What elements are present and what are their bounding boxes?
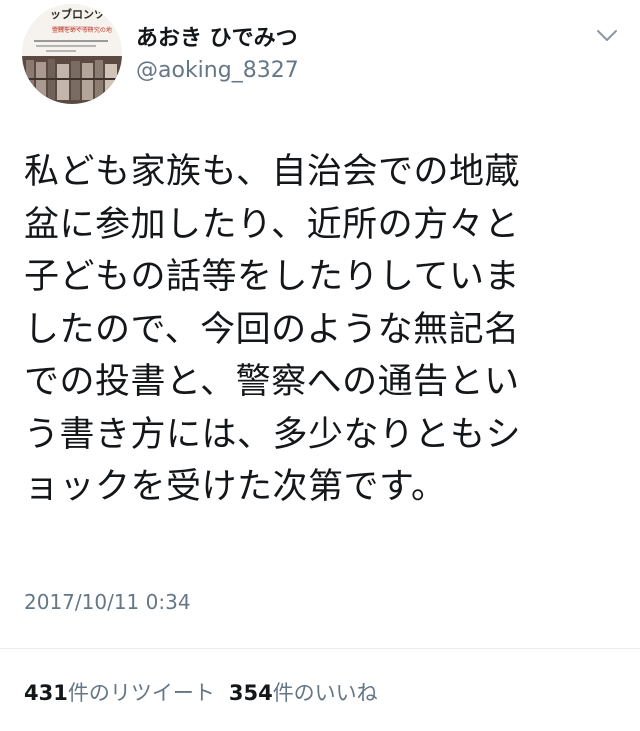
tweet-text-line: したので、今回のような無記名 — [24, 309, 520, 350]
like-count: 354 — [228, 681, 273, 705]
tweet-text-line: 私ども家族も、自治会での地蔵 — [24, 152, 520, 192]
tweet-text-line: 子どもの話等をしたりしていま — [24, 257, 520, 297]
tweet-timestamp[interactable]: 2017/10/11 0:34 — [24, 590, 191, 614]
retweet-count: 431 — [24, 681, 68, 705]
avatar[interactable]: ッブロンツ 金銭をめぐる研究の地 — [22, 4, 122, 104]
user-handle[interactable]: @aoking_8327 — [136, 58, 299, 83]
tweet-text-line: う書き方には、多少なりともシ — [24, 414, 522, 455]
avatar-image: ッブロンツ 金銭をめぐる研究の地 — [22, 4, 122, 104]
tweet-text-line: 盆に参加したり、近所の方々と — [24, 204, 520, 245]
tweet-text-line: での投書と、警察への通告とい — [24, 362, 520, 402]
tweet-stats: 431件のリツイート 354件のいいね — [24, 677, 378, 707]
like-count-link[interactable]: 354件のいいね — [229, 681, 378, 705]
retweet-label: 件のリツイート — [67, 681, 215, 705]
tweet-text-line: ョックを受けた次第です。 — [24, 467, 447, 507]
display-name[interactable]: あおき ひでみつ — [136, 20, 298, 52]
retweet-count-link[interactable]: 431件のリツイート — [24, 681, 215, 705]
tweet-text: 私ども家族も、自治会での地蔵 盆に参加したり、近所の方々と 子どもの話等をしたり… — [24, 146, 624, 514]
chevron-down-icon[interactable] — [596, 28, 618, 42]
svg-text:ッブロンツ: ッブロンツ — [50, 7, 105, 21]
divider — [0, 648, 640, 649]
like-label: 件のいいね — [272, 681, 378, 705]
